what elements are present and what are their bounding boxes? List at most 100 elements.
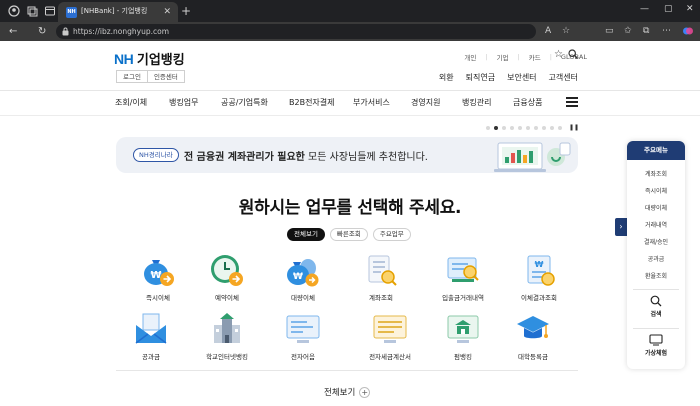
login-button[interactable]: 로그인 <box>117 71 147 82</box>
page-content: NH 기업뱅킹 로그인 인증센터 개인 | 기업 | 카드 | GLOBAL ☆ 외환… <box>0 41 700 406</box>
minimize-icon[interactable]: — <box>640 4 649 14</box>
gnb-item-admin[interactable]: 뱅킹관리 <box>462 97 513 108</box>
quick-menu-toggle-icon[interactable]: › <box>615 218 627 236</box>
view-all-button[interactable]: 전체보기 + <box>324 386 371 398</box>
link-customer[interactable]: 고객센터 <box>549 72 578 83</box>
carousel-indicators: ❚❚ <box>486 124 579 131</box>
quick-item-bulk[interactable]: 대량이체 <box>627 200 685 217</box>
tile-transaction-history[interactable]: 입출금거래내역 <box>430 252 496 302</box>
tile-school-banking[interactable]: 학교인터넷뱅킹 <box>194 311 260 361</box>
menu-icon[interactable] <box>566 97 578 107</box>
nh-favicon: NH <box>66 7 77 18</box>
url-input[interactable]: https://ibz.nonghyup.com <box>56 24 536 39</box>
maximize-icon[interactable]: ▢ <box>664 4 673 14</box>
tile-label: 이체결과조회 <box>521 294 557 302</box>
address-bar: ← ↻ https://ibz.nonghyup.com A ☆ ▭ ✩ ⧉ ⋯ <box>0 22 700 41</box>
new-tab-icon[interactable]: + <box>181 4 191 18</box>
filter-quick[interactable]: 빠른조회 <box>329 228 368 241</box>
quick-item-transfer[interactable]: 즉시이체 <box>627 183 685 200</box>
quick-item-approval[interactable]: 결재/승인 <box>627 234 685 251</box>
tile-account-inquiry[interactable]: 계좌조회 <box>348 252 414 302</box>
tile-transfer-result[interactable]: ₩ 이체결과조회 <box>506 252 572 302</box>
tile-label: 즉시이체 <box>146 294 170 302</box>
filter-all[interactable]: 전체보기 <box>287 228 325 241</box>
tile-label: 전자세금계산서 <box>369 353 411 361</box>
tile-e-tax-invoice[interactable]: 전자세금계산서 <box>357 311 423 361</box>
back-icon[interactable]: ← <box>9 25 17 38</box>
top-link-card[interactable]: 카드 <box>529 52 541 62</box>
browser-tab-strip: NH [NHBank] - 기업뱅킹 ✕ + — ▢ ✕ <box>0 0 700 22</box>
tile-e-bill[interactable]: 전자어음 <box>270 311 336 361</box>
carousel-dot[interactable] <box>534 125 538 130</box>
quick-item-fx[interactable]: 환율조회 <box>627 268 685 285</box>
gnb-item-inquiry[interactable]: 조회/이체 <box>115 97 169 108</box>
page-title: 원하시는 업무를 선택해 주세요. <box>238 198 462 218</box>
close-window-icon[interactable]: ✕ <box>686 4 694 14</box>
quick-item-history[interactable]: 거래내역 <box>627 217 685 234</box>
tile-bulk-transfer[interactable]: ₩ 대량이체 <box>270 252 336 302</box>
close-tab-icon[interactable]: ✕ <box>163 6 171 18</box>
monitor-icon <box>649 334 663 346</box>
plus-icon: + <box>359 386 371 398</box>
money-bags-icon: ₩ <box>287 259 319 287</box>
carousel-dot-active[interactable] <box>494 125 498 130</box>
filter-tabs: 전체보기 빠른조회 주요업무 <box>287 228 411 241</box>
tax-invoice-icon <box>373 315 407 343</box>
carousel-dot[interactable] <box>502 125 506 130</box>
top-link-personal[interactable]: 개인 <box>464 52 476 62</box>
section-divider <box>116 370 578 371</box>
site-logo[interactable]: NH 기업뱅킹 <box>114 49 185 68</box>
quick-item-utility[interactable]: 공과금 <box>627 251 685 268</box>
cert-center-button[interactable]: 인증센터 <box>146 71 184 82</box>
tile-instant-transfer[interactable]: ₩ 즉시이체 <box>125 252 191 302</box>
carousel-dot[interactable] <box>510 125 514 130</box>
gnb-item-public[interactable]: 공공/기업특화 <box>221 97 289 108</box>
carousel-dot[interactable] <box>486 125 490 130</box>
quick-demo-button[interactable]: 가상체험 <box>627 329 685 367</box>
promo-banner[interactable]: NH경리나라 전 금융권 계좌관리가 필요한 모든 사장님들께 추천합니다. <box>116 137 578 173</box>
gnb-item-b2b[interactable]: B2B전자결제 <box>289 97 353 108</box>
filter-main[interactable]: 주요업무 <box>372 228 411 241</box>
tile-scheduled-transfer[interactable]: 예약이체 <box>194 252 260 302</box>
read-aloud-icon[interactable]: A <box>545 26 551 37</box>
link-security[interactable]: 보안센터 <box>507 72 536 83</box>
top-link-business[interactable]: 기업 <box>497 52 509 62</box>
quick-search-button[interactable]: 검색 <box>627 290 685 328</box>
tile-label: 펌뱅킹 <box>454 353 472 361</box>
gnb-item-extra[interactable]: 부가서비스 <box>353 97 411 108</box>
favorites-icon[interactable]: ✩ <box>624 26 632 37</box>
school-icon <box>214 313 240 343</box>
carousel-dot[interactable] <box>518 125 522 130</box>
gnb-item-products[interactable]: 금융상품 <box>513 97 542 108</box>
refresh-icon[interactable]: ↻ <box>38 25 46 38</box>
carousel-dot[interactable] <box>550 125 554 130</box>
carousel-dot[interactable] <box>542 125 546 130</box>
gnb-item-management[interactable]: 경영지원 <box>411 97 462 108</box>
browser-tab-active[interactable]: NH [NHBank] - 기업뱅킹 ✕ <box>58 2 178 22</box>
favorite-icon[interactable]: ☆ <box>554 49 563 60</box>
search-icon[interactable] <box>568 49 578 59</box>
collections-icon[interactable]: ⧉ <box>643 26 649 37</box>
tile-label: 공과금 <box>142 353 160 361</box>
split-screen-icon[interactable]: ▭ <box>605 26 614 37</box>
copilot-icon[interactable] <box>682 25 694 41</box>
svg-text:₩: ₩ <box>150 270 161 281</box>
quick-item-account[interactable]: 계좌조회 <box>627 166 685 183</box>
document-search-icon <box>368 255 397 286</box>
transfer-result-icon: ₩ <box>527 255 555 286</box>
more-icon[interactable]: ⋯ <box>662 26 671 37</box>
tile-utility-bills[interactable]: 공과금 <box>118 311 184 361</box>
tile-tuition[interactable]: 대학등록금 <box>500 311 566 361</box>
link-fx[interactable]: 외환 <box>439 72 454 83</box>
workspaces-icon[interactable] <box>26 5 38 17</box>
tile-firm-banking[interactable]: 펌뱅킹 <box>430 311 496 361</box>
quick-demo-label: 가상체험 <box>644 350 668 357</box>
pause-icon[interactable]: ❚❚ <box>569 124 579 131</box>
carousel-dot[interactable] <box>526 125 530 130</box>
profile-icon[interactable] <box>8 5 20 17</box>
gnb-item-banking[interactable]: 뱅킹업무 <box>169 97 221 108</box>
carousel-dot[interactable] <box>558 125 562 130</box>
tab-actions-icon[interactable] <box>44 5 56 17</box>
link-pension[interactable]: 퇴직연금 <box>466 72 495 83</box>
favorite-star-icon[interactable]: ☆ <box>562 26 570 37</box>
